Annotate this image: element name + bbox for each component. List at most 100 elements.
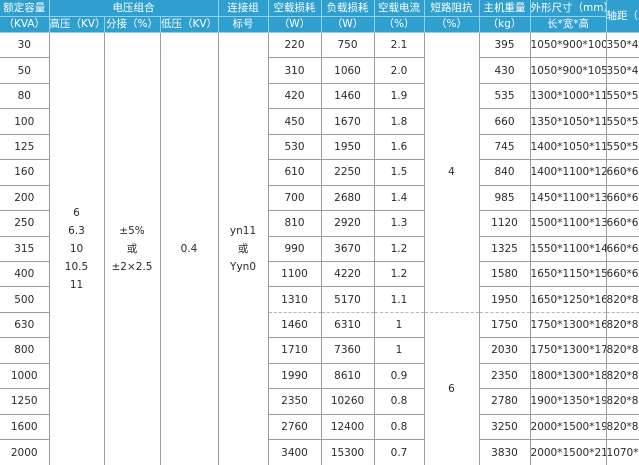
cell-load-loss: 1670	[321, 108, 375, 135]
cell-no-load-loss: 1990	[268, 363, 322, 390]
cell-no-load-loss: 2760	[268, 414, 322, 441]
cell-hv-values-line: 10	[69, 243, 84, 255]
cell-weight: 1120	[479, 210, 531, 237]
header-load-loss: 负载损耗	[321, 0, 375, 17]
cell-load-loss: 6310	[321, 312, 375, 339]
cell-weight: 745	[479, 134, 531, 161]
cell-dimensions: 1050*900*1000	[530, 32, 607, 59]
cell-dimensions: 1900*1350*1900	[530, 388, 607, 415]
header-gauge: 轴距（mm）	[606, 0, 639, 33]
cell-no-load-current: 1.4	[374, 185, 425, 212]
cell-conn-values-line: Yyn0	[230, 261, 256, 273]
cell-load-loss: 1950	[321, 134, 375, 161]
cell-capacity: 800	[0, 337, 50, 364]
header-lv: 低压（KV）	[160, 16, 219, 33]
cell-weight: 840	[479, 159, 531, 186]
table-header: 额定容量 电压组合 连接组 空载损耗 负载损耗 空载电流 短路阻抗 主机重量 外…	[0, 0, 639, 33]
header-load-loss-unit: （W）	[321, 16, 375, 33]
header-short-circuit-unit: （%）	[424, 16, 480, 33]
cell-no-load-loss: 1710	[268, 337, 322, 364]
cell-weight: 3830	[479, 439, 531, 465]
cell-gauge: 820*820	[606, 312, 639, 339]
transformer-spec-table: 额定容量 电压组合 连接组 空载损耗 负载损耗 空载电流 短路阻抗 主机重量 外…	[0, 0, 639, 465]
cell-load-loss: 1460	[321, 83, 375, 110]
cell-dimensions: 1400*1050*1150	[530, 134, 607, 161]
cell-tap-values-line: ±5%	[119, 225, 145, 237]
cell-capacity: 1600	[0, 414, 50, 441]
cell-load-loss: 3670	[321, 236, 375, 262]
cell-conn-values: yn11 或 Yyn0	[218, 32, 269, 465]
cell-no-load-loss: 610	[268, 159, 322, 186]
cell-load-loss: 15300	[321, 439, 375, 465]
cell-gauge: 660*660	[606, 159, 639, 186]
cell-dimensions: 1650*1250*1650	[530, 286, 607, 313]
cell-no-load-current: 1.1	[374, 286, 425, 313]
cell-capacity: 1000	[0, 363, 50, 390]
cell-weight: 535	[479, 83, 531, 110]
cell-gauge: 550*550	[606, 83, 639, 110]
cell-gauge: 350*450	[606, 57, 639, 84]
cell-no-load-current: 1.9	[374, 83, 425, 110]
cell-no-load-current: 2.0	[374, 57, 425, 84]
cell-no-load-loss: 1310	[268, 286, 322, 313]
header-no-load-current: 空载电流	[374, 0, 425, 17]
cell-dimensions: 1550*1100*1450	[530, 236, 607, 262]
cell-no-load-loss: 2350	[268, 388, 322, 415]
header-rated-capacity-unit: （KVA）	[0, 16, 50, 33]
header-dimensions-sub: 长*宽*高	[530, 16, 607, 33]
cell-short-circuit-a-line: 4	[448, 166, 455, 179]
cell-weight: 3250	[479, 414, 531, 441]
cell-capacity: 630	[0, 312, 50, 339]
table-row: 30 6 6.3 10 10.5 11 ±5% 或 ±2×2.5 0.4 yn11 或 Yyn0 220 7…	[0, 32, 639, 465]
cell-no-load-current: 1.3	[374, 210, 425, 237]
cell-gauge: 660*660	[606, 210, 639, 237]
header-voltage-combo: 电压组合	[49, 0, 219, 17]
cell-gauge: 820*820	[606, 414, 639, 441]
cell-no-load-loss: 450	[268, 108, 322, 135]
cell-capacity: 2000	[0, 439, 50, 465]
header-weight: 主机重量	[479, 0, 531, 17]
header-rated-capacity: 额定容量	[0, 0, 50, 17]
cell-weight: 2030	[479, 337, 531, 364]
cell-capacity: 500	[0, 286, 50, 313]
cell-load-loss: 12400	[321, 414, 375, 441]
cell-no-load-current: 0.8	[374, 388, 425, 415]
cell-no-load-current: 1	[374, 337, 425, 364]
cell-tap-values-line: 或	[126, 243, 138, 255]
header-hv: 高压（KV）	[49, 16, 105, 33]
cell-no-load-current: 1.5	[374, 159, 425, 186]
header-no-load-loss-unit: （W）	[268, 16, 322, 33]
cell-capacity: 50	[0, 57, 50, 84]
cell-gauge: 660*660	[606, 261, 639, 288]
cell-dimensions: 1050*900*1050	[530, 57, 607, 84]
cell-capacity: 400	[0, 261, 50, 288]
header-weight-unit: （kg）	[479, 16, 531, 33]
cell-no-load-loss: 3400	[268, 439, 322, 465]
header-conn-group-line2: 标号	[218, 16, 269, 33]
cell-load-loss: 4220	[321, 261, 375, 288]
cell-no-load-loss: 420	[268, 83, 322, 110]
cell-dimensions: 1750*1300*1700	[530, 337, 607, 364]
cell-gauge: 550*550	[606, 108, 639, 135]
cell-weight: 2350	[479, 363, 531, 390]
cell-no-load-loss: 1100	[268, 261, 322, 288]
header-dimensions: 外形尺寸（mm）	[530, 0, 607, 17]
cell-no-load-loss: 220	[268, 32, 322, 59]
cell-dimensions: 1750*1300*1650	[530, 312, 607, 339]
cell-gauge: 820*820	[606, 388, 639, 415]
cell-capacity: 30	[0, 32, 50, 59]
cell-lv-value-line: 0.4	[180, 243, 198, 255]
cell-no-load-loss: 990	[268, 236, 322, 262]
cell-dimensions: 1500*1100*1350	[530, 210, 607, 237]
cell-no-load-loss: 700	[268, 185, 322, 212]
cell-no-load-current: 1	[374, 312, 425, 339]
cell-no-load-current: 1.2	[374, 236, 425, 262]
header-tap: 分接（%）	[104, 16, 161, 33]
cell-no-load-current: 0.8	[374, 414, 425, 441]
cell-no-load-current: 0.7	[374, 439, 425, 465]
table-body: 30 6 6.3 10 10.5 11 ±5% 或 ±2×2.5 0.4 yn11 或 Yyn0 220 7…	[0, 32, 639, 465]
cell-lv-value: 0.4	[160, 32, 219, 465]
header-no-load-loss: 空载损耗	[268, 0, 322, 17]
cell-gauge: 820*820	[606, 286, 639, 313]
header-short-circuit: 短路阻抗	[424, 0, 480, 17]
